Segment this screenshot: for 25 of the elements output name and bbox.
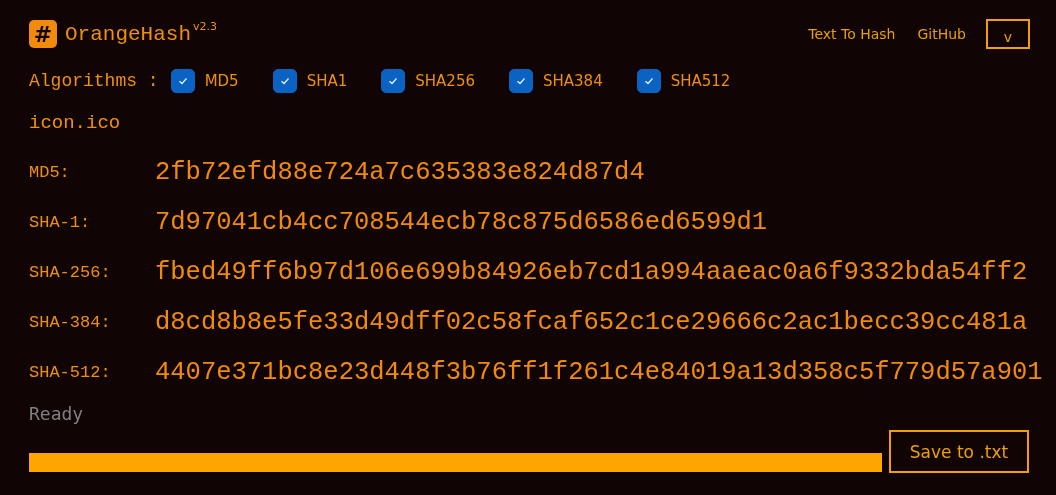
hash-label: SHA-384: — [29, 312, 112, 332]
checkbox-label: MD5 — [204, 72, 239, 90]
hash-value: 2fb72efd88e724a7c635383e824d87d4 — [155, 157, 645, 187]
hash-label: SHA-1: — [29, 212, 92, 232]
hash-label: MD5: — [29, 162, 71, 182]
file-name: icon.ico — [29, 112, 122, 136]
save-button[interactable]: Save to .txt — [889, 430, 1029, 473]
checkbox-label: SHA512 — [670, 72, 731, 90]
version-label: v2.3 — [193, 20, 218, 33]
logo-icon: # — [29, 20, 57, 48]
checkbox-label: SHA1 — [306, 72, 348, 90]
hash-value: d8cd8b8e5fe33d49dff02c58fcaf652c1ce29666c2ac1becc39cc481a — [155, 307, 1028, 337]
hash-label: SHA-256: — [29, 262, 112, 282]
menu-toggle-button[interactable]: v — [986, 19, 1030, 49]
nav-link[interactable]: GitHub — [917, 26, 966, 42]
checkbox-label: SHA384 — [543, 72, 603, 90]
checkbox-label: SHA256 — [415, 72, 475, 90]
hash-value: 7d97041cb4cc708544ecb78c875d6586ed6599d1 — [155, 207, 768, 237]
nav-link[interactable]: Text To Hash — [808, 26, 896, 42]
hash-value: fbed49ff6b97d106e699b84926eb7cd1a994aaeac0a6f9332bda54ff2 — [155, 257, 1028, 287]
app-title: OrangeHash — [65, 22, 192, 46]
algorithms-label: Algorithms : — [29, 71, 159, 91]
hash-value: 4407e371bc8e23d448f3b76ff1f261c4e84019a13d358c5f779d57a901 — [155, 357, 1043, 387]
status-text: Ready — [29, 403, 85, 424]
hash-label: SHA-512: — [29, 362, 112, 382]
